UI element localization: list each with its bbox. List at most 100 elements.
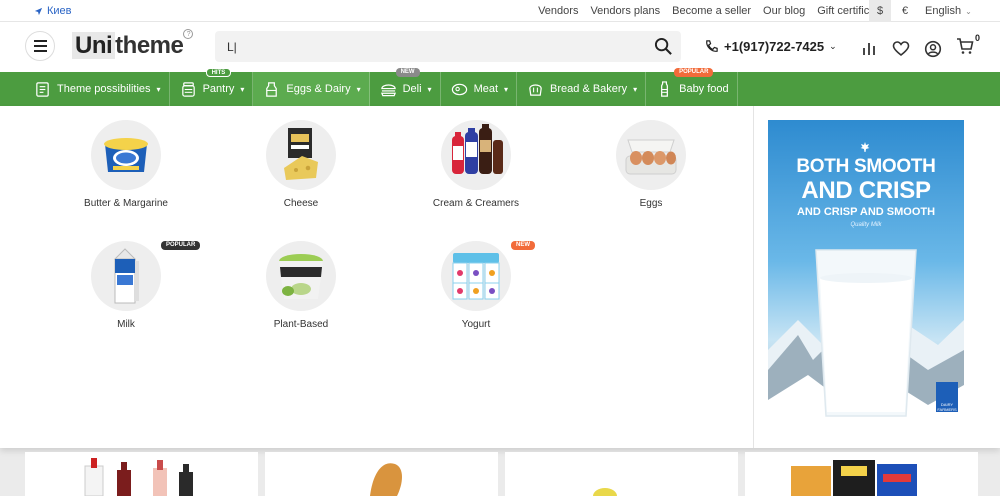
language-select[interactable]: English ⌄ bbox=[925, 5, 972, 17]
cart-button[interactable]: 0 bbox=[956, 33, 980, 60]
category-label: Plant-Based bbox=[273, 319, 329, 330]
burger-icon bbox=[380, 83, 396, 96]
baguette-icon bbox=[370, 463, 402, 496]
nav-deli[interactable]: NEW Deli ▾ bbox=[370, 68, 441, 106]
nav-eggs-dairy[interactable]: Eggs & Dairy ▾ bbox=[253, 72, 370, 106]
promo-banner[interactable]: BOTH SMOOTH AND CRISP AND CRISP AND SMOO… bbox=[768, 120, 964, 434]
nav-label: Meat bbox=[473, 83, 499, 95]
link-vendors-plans[interactable]: Vendors plans bbox=[590, 5, 660, 17]
top-bar: Киев Vendors Vendors plans Become a sell… bbox=[0, 0, 1000, 22]
link-our-blog[interactable]: Our blog bbox=[763, 5, 805, 17]
account-icon[interactable] bbox=[924, 40, 942, 58]
category-yogurt[interactable]: NEW Yogurt bbox=[401, 241, 551, 330]
product-card[interactable] bbox=[505, 452, 738, 496]
link-become-seller[interactable]: Become a seller bbox=[672, 5, 751, 17]
category-milk[interactable]: POPULAR Milk bbox=[51, 241, 201, 330]
popular-badge: POPULAR bbox=[161, 241, 201, 250]
chevron-down-icon: ▾ bbox=[633, 84, 638, 94]
search-input[interactable] bbox=[227, 31, 647, 62]
new-badge: NEW bbox=[395, 68, 420, 77]
nav-theme-possibilities[interactable]: Theme possibilities ▾ bbox=[0, 72, 170, 106]
yogurt-cup-icon bbox=[279, 254, 323, 299]
link-vendors[interactable]: Vendors bbox=[538, 5, 578, 17]
product-card[interactable] bbox=[265, 452, 498, 496]
product-card[interactable] bbox=[25, 452, 258, 496]
yogurt-pack-icon bbox=[452, 253, 500, 300]
chevron-down-icon: ▾ bbox=[427, 84, 432, 94]
currency-usd[interactable]: $ bbox=[869, 0, 891, 22]
category-image bbox=[441, 241, 511, 311]
currency-eur[interactable]: € bbox=[894, 0, 916, 22]
baby-bottle-icon bbox=[661, 80, 669, 97]
jar-icon bbox=[181, 81, 195, 97]
category-plant-based[interactable]: Plant-Based bbox=[226, 241, 376, 330]
category-label: Butter & Margarine bbox=[84, 198, 168, 209]
menu-button[interactable] bbox=[25, 31, 55, 61]
location-link[interactable]: Киев bbox=[34, 5, 72, 17]
main-nav: Theme possibilities ▾ HITS Pantry ▾ Eggs… bbox=[0, 68, 1000, 106]
category-image bbox=[91, 241, 161, 311]
chevron-down-icon: ▾ bbox=[156, 84, 161, 94]
chevron-down-icon: ⌄ bbox=[829, 41, 837, 51]
chevron-down-icon: ▾ bbox=[504, 84, 509, 94]
category-butter-margarine[interactable]: Butter & Margarine bbox=[51, 120, 201, 209]
chevron-down-icon: ⌄ bbox=[965, 6, 972, 16]
eggs-dairy-dropdown: Butter & Margarine Cheese Cream & Creame… bbox=[0, 106, 1000, 448]
hamburger-line bbox=[33, 50, 47, 52]
hamburger-icon bbox=[33, 40, 47, 42]
nav-meat[interactable]: Meat ▾ bbox=[441, 72, 518, 106]
category-image bbox=[441, 120, 511, 190]
search-icon[interactable] bbox=[654, 37, 673, 56]
category-cream-creamers[interactable]: Cream & Creamers bbox=[401, 120, 551, 209]
category-label: Yogurt bbox=[461, 319, 491, 330]
nav-bread-bakery[interactable]: Bread & Bakery ▾ bbox=[517, 72, 647, 106]
product-card[interactable] bbox=[745, 452, 978, 496]
location-arrow-icon bbox=[34, 7, 43, 15]
new-badge: NEW bbox=[511, 241, 535, 250]
hits-badge: HITS bbox=[205, 68, 232, 77]
category-eggs[interactable]: Eggs bbox=[576, 120, 726, 209]
promo-brand: DAIRY FARMERS bbox=[937, 402, 957, 412]
category-label: Eggs bbox=[639, 198, 663, 209]
nav-baby-food[interactable]: POPULAR Baby food bbox=[646, 68, 738, 106]
dropdown-divider bbox=[753, 106, 754, 448]
bottles-icon bbox=[84, 458, 193, 496]
snack-bags-icon bbox=[791, 460, 917, 496]
nav-label: Eggs & Dairy bbox=[286, 83, 351, 95]
info-icon: ? bbox=[183, 29, 194, 39]
category-label: Milk bbox=[117, 319, 135, 330]
top-links: Vendors Vendors plans Become a seller Ou… bbox=[538, 5, 890, 17]
hamburger-line bbox=[33, 45, 47, 47]
language-label: English bbox=[925, 5, 962, 17]
phone-icon bbox=[706, 40, 718, 52]
egg-carton-icon bbox=[625, 139, 677, 175]
nav-label: Bread & Bakery bbox=[550, 83, 628, 95]
milk-glass-mountains-icon bbox=[768, 249, 964, 434]
nav-label: Baby food bbox=[679, 83, 729, 95]
heart-icon[interactable] bbox=[892, 40, 910, 58]
category-cheese[interactable]: Cheese bbox=[226, 120, 376, 209]
nav-pantry[interactable]: HITS Pantry ▾ bbox=[170, 68, 254, 106]
butter-tub-icon bbox=[104, 138, 148, 172]
lemon-icon bbox=[593, 488, 617, 496]
header: Unitheme ? +1(917)722-7425 ⌄ 0 bbox=[0, 22, 1000, 72]
phone-dropdown[interactable]: +1(917)722-7425 ⌄ bbox=[704, 39, 837, 54]
logo[interactable]: Uni theme ? bbox=[72, 29, 194, 61]
chevron-down-icon: ▾ bbox=[240, 84, 245, 94]
category-label: Cheese bbox=[283, 198, 319, 209]
header-icons: 0 bbox=[860, 33, 980, 60]
nav-label: Deli bbox=[402, 83, 422, 95]
logo-part-2: theme bbox=[115, 32, 184, 59]
popular-badge: POPULAR bbox=[674, 68, 714, 77]
search-box bbox=[215, 31, 681, 62]
category-label: Cream & Creamers bbox=[432, 198, 520, 209]
bread-icon bbox=[529, 83, 542, 96]
milk-bottle-icon bbox=[266, 81, 278, 97]
milk-carton-icon bbox=[113, 248, 139, 304]
cheese-icon bbox=[284, 128, 318, 180]
chevron-down-icon: ▾ bbox=[356, 84, 361, 94]
checklist-icon bbox=[36, 81, 49, 97]
logo-part-1: Uni bbox=[72, 32, 116, 59]
creamer-bottles-icon bbox=[452, 124, 503, 174]
compare-icon[interactable] bbox=[860, 40, 878, 58]
